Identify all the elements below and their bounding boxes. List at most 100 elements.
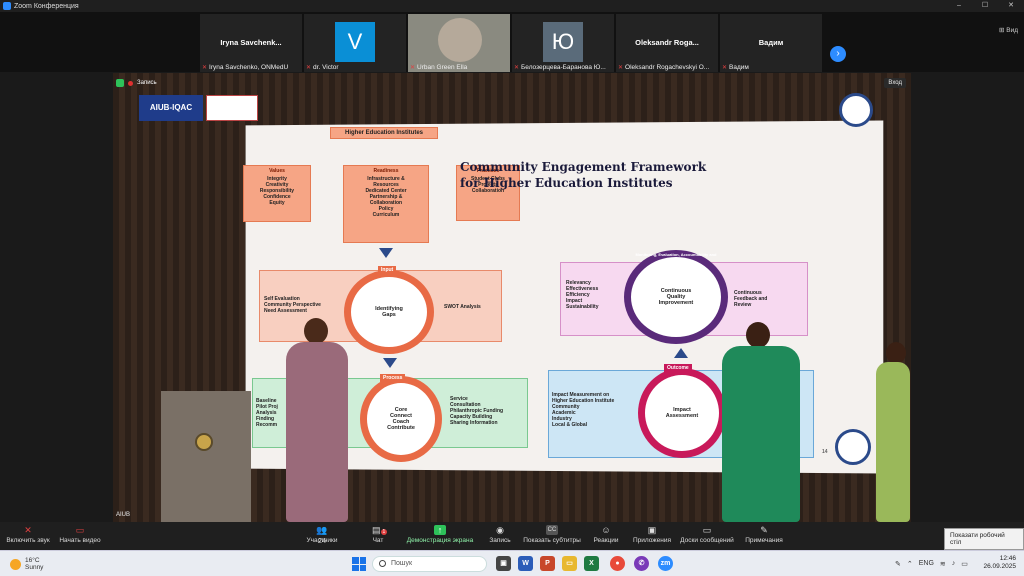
slide-header-box: Higher Education Institutes xyxy=(330,127,438,139)
weather-condition: Sunny xyxy=(25,564,44,571)
participant-tile[interactable]: Вадим ✕ Вадим xyxy=(720,14,822,72)
powerpoint-icon[interactable]: P xyxy=(540,556,555,571)
readiness-items: Infrastructure & Resources Dedicated Cen… xyxy=(365,176,407,218)
participant-tile[interactable]: Oleksandr Roga... ✕ Oleksandr Rogachevsky… xyxy=(616,14,718,72)
readiness-heading: Readiness xyxy=(373,168,399,174)
maximize-button[interactable]: ☐ xyxy=(972,0,998,12)
apps-button[interactable]: ▣ Приложения xyxy=(630,525,674,544)
participant-name: Вадим xyxy=(758,38,784,47)
captions-label: Показать субтитры xyxy=(523,537,581,544)
apps-icon: ▣ xyxy=(647,525,657,535)
window-title: Zoom Конференция xyxy=(14,2,79,10)
whiteboards-button[interactable]: ▭ Доски сообщений xyxy=(678,525,736,544)
file-explorer-icon[interactable]: ▭ xyxy=(562,556,577,571)
system-tray: ✎ ⌃ ENG ≋ ♪ ▭ xyxy=(895,560,968,568)
avatar: Ю xyxy=(543,22,583,62)
record-label: Запись xyxy=(489,537,511,544)
record-button[interactable]: ◉ Запись xyxy=(484,525,516,544)
start-button[interactable] xyxy=(352,557,366,571)
pen-icon[interactable]: ✎ xyxy=(895,560,901,568)
chevron-up-icon[interactable]: ⌃ xyxy=(907,560,913,568)
participants-label: Участники xyxy=(306,537,338,544)
participants-icon: 👥 24 xyxy=(316,525,328,545)
participant-tile[interactable]: ✕ Urban Green Ella xyxy=(408,14,510,72)
participant-strip: Iryna Savchenk... ✕ Iryna Savchenko, ONMe… xyxy=(0,12,1024,72)
notes-label: Примечания xyxy=(745,537,783,544)
mic-muted-icon: ✕ xyxy=(202,65,208,71)
zoom-taskbar-icon[interactable]: zm xyxy=(658,556,673,571)
mic-muted-icon: ✕ xyxy=(24,525,32,535)
university-seal xyxy=(839,93,873,127)
clock-date: 26.09.2025 xyxy=(983,563,1016,570)
process-left-text: Baseline Pilot Proj Analysis Finding Rec… xyxy=(256,398,278,428)
participants-button[interactable]: 👥 24 Участники xyxy=(300,525,344,545)
view-button[interactable]: ⊞ Вид xyxy=(999,26,1018,34)
close-button[interactable]: ✕ xyxy=(998,0,1024,12)
presenter-left xyxy=(282,318,352,522)
weather-widget[interactable]: 16°C Sunny xyxy=(10,557,43,571)
unmute-button[interactable]: ✕ Включить звук xyxy=(4,525,52,544)
impact-assessment-ring: Impact Assessment xyxy=(638,368,726,458)
task-view-icon[interactable]: ▣ xyxy=(496,556,511,571)
participant-tile[interactable]: V ✕ dr. Victor xyxy=(304,14,406,72)
input-right-text: SWOT Analysis xyxy=(444,304,481,310)
captions-icon: CC xyxy=(546,525,558,535)
participant-tile[interactable]: Ю ✕ Белозерцева-Баранова Ю... xyxy=(512,14,614,72)
participant-video xyxy=(438,18,482,62)
presenter-right xyxy=(872,342,912,522)
mic-muted-icon: ✕ xyxy=(410,65,416,71)
chrome-icon[interactable]: ● xyxy=(610,556,625,571)
participant-caption: Белозерцева-Баранова Ю... xyxy=(521,64,606,71)
next-page-button[interactable]: › xyxy=(830,46,846,62)
reactions-button[interactable]: ☺ Реакции xyxy=(590,525,622,544)
apps-label: Приложения xyxy=(632,537,672,544)
sun-icon xyxy=(10,558,21,570)
participant-name: Oleksandr Roga... xyxy=(635,38,699,47)
whiteboard-icon: ▭ xyxy=(702,525,712,535)
minimize-button[interactable]: – xyxy=(946,0,972,12)
observatory-logo xyxy=(206,95,258,121)
university-seal xyxy=(835,429,871,465)
start-video-button[interactable]: ▭ Начать видео xyxy=(56,525,104,544)
chat-label: Чат xyxy=(372,537,384,544)
participant-tile[interactable]: Iryna Savchenk... ✕ Iryna Savchenko, ONMe… xyxy=(200,14,302,72)
chat-icon: ▤ 1 xyxy=(372,525,388,535)
process-right-text: Service Consultation Philanthropic Fundi… xyxy=(450,396,504,426)
notes-button[interactable]: ✎ Примечания xyxy=(742,525,786,544)
start-video-label: Начать видео xyxy=(59,537,101,544)
battery-icon[interactable]: ▭ xyxy=(961,560,968,568)
window-controls: – ☐ ✕ xyxy=(946,0,1024,12)
flow-arrow xyxy=(383,358,397,368)
share-screen-button[interactable]: ↑ Демонстрация экрана xyxy=(404,525,476,544)
whiteboards-label: Доски сообщений xyxy=(680,537,734,544)
clock-time: 12:46 xyxy=(999,555,1016,562)
recording-indicator: Запись xyxy=(116,78,157,88)
podium-emblem xyxy=(195,433,213,451)
presenter-center xyxy=(718,322,804,522)
search-placeholder: Пошук xyxy=(391,560,413,567)
shield-icon xyxy=(116,79,124,87)
core-ring: Core Connect Coach Contribute xyxy=(360,376,442,462)
chat-button[interactable]: ▤ 1 Чат xyxy=(362,525,394,544)
captions-button[interactable]: CC Показать субтитры xyxy=(522,525,582,544)
language-indicator[interactable]: ENG xyxy=(919,560,934,568)
word-icon[interactable]: W xyxy=(518,556,533,571)
enter-button[interactable]: Вход xyxy=(884,78,906,88)
flow-arrow xyxy=(379,248,393,258)
podium xyxy=(161,391,251,522)
outcome-label: Outcome xyxy=(664,364,692,372)
weather-temp: 16°C xyxy=(25,557,40,564)
reactions-label: Реакции xyxy=(593,537,619,544)
wifi-icon[interactable]: ≋ xyxy=(940,560,946,568)
volume-icon[interactable]: ♪ xyxy=(952,560,956,568)
notes-icon: ✎ xyxy=(760,525,768,535)
window-titlebar: Zoom Конференция – ☐ ✕ xyxy=(0,0,1024,12)
identifying-gaps-ring: Identifying Gaps xyxy=(344,270,434,354)
excel-icon[interactable]: X xyxy=(584,556,599,571)
values-heading: Values xyxy=(269,168,285,174)
clock[interactable]: 12:46 26.09.2025 xyxy=(983,555,1016,571)
outcome-left-text: Impact Measurement on Higher Education I… xyxy=(552,392,615,428)
viber-icon[interactable]: ✆ xyxy=(634,556,649,571)
taskbar-search[interactable]: Пошук xyxy=(372,556,487,572)
chat-badge: 1 xyxy=(380,529,388,535)
